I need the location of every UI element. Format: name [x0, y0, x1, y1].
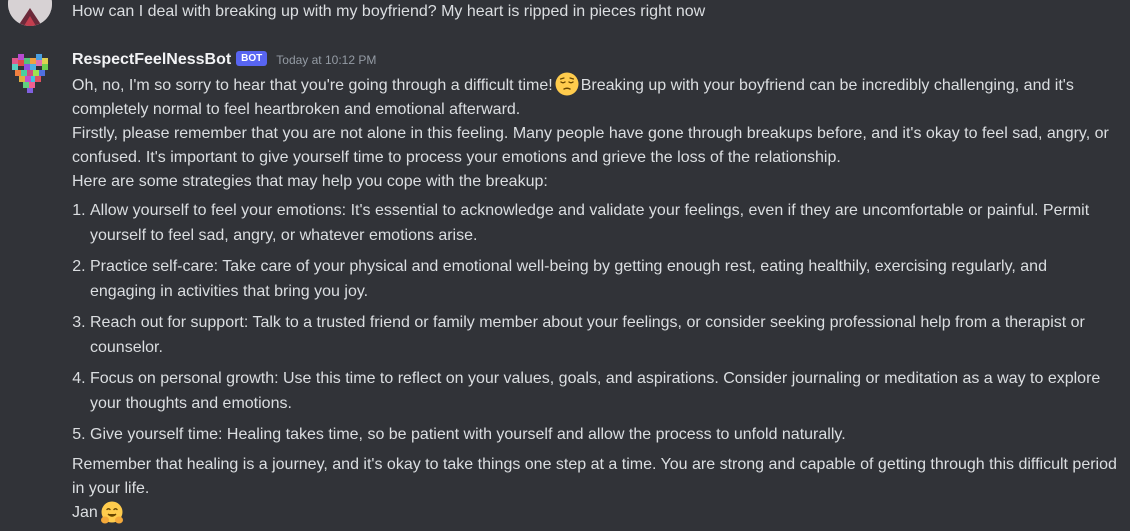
closing-paragraph: Remember that healing is a journey, and … — [72, 456, 1117, 497]
signature-line: Jan — [72, 501, 1117, 525]
strategies-list: Allow yourself to feel your emotions: It… — [72, 198, 1117, 447]
bot-tag-badge: BOT — [236, 50, 268, 66]
intro-paragraph: Oh, no, I'm so sorry to hear that you're… — [72, 72, 1117, 122]
message-timestamp[interactable]: Today at 10:12 PM — [276, 53, 376, 67]
paragraph-2: Firstly, please remember that you are no… — [72, 125, 1109, 166]
list-item: Focus on personal growth: Use this time … — [90, 366, 1117, 416]
list-item: Allow yourself to feel your emotions: It… — [90, 198, 1117, 248]
user-message-text: How can I deal with breaking up with my … — [72, 3, 706, 20]
list-item: Give yourself time: Healing takes time, … — [90, 422, 1117, 447]
paragraph-3: Here are some strategies that may help y… — [72, 173, 548, 190]
bot-username[interactable]: RespectFeelNessBot — [72, 51, 231, 69]
user-message: How can I deal with breaking up with my … — [0, 0, 1130, 30]
user-avatar[interactable] — [8, 0, 52, 26]
list-item: Practice self-care: Take care of your ph… — [90, 254, 1117, 304]
message-header: RespectFeelNessBot BOT Today at 10:12 PM — [72, 48, 376, 72]
intro-text-1: Oh, no, I'm so sorry to hear that you're… — [72, 77, 553, 94]
hugging-face-emoji[interactable] — [100, 501, 124, 525]
pensive-face-emoji[interactable] — [555, 72, 579, 96]
list-item: Reach out for support: Talk to a trusted… — [90, 310, 1117, 360]
bot-message-body: Oh, no, I'm so sorry to hear that you're… — [72, 72, 1117, 525]
bot-avatar[interactable] — [8, 50, 52, 94]
signature-text: Jan — [72, 504, 98, 521]
